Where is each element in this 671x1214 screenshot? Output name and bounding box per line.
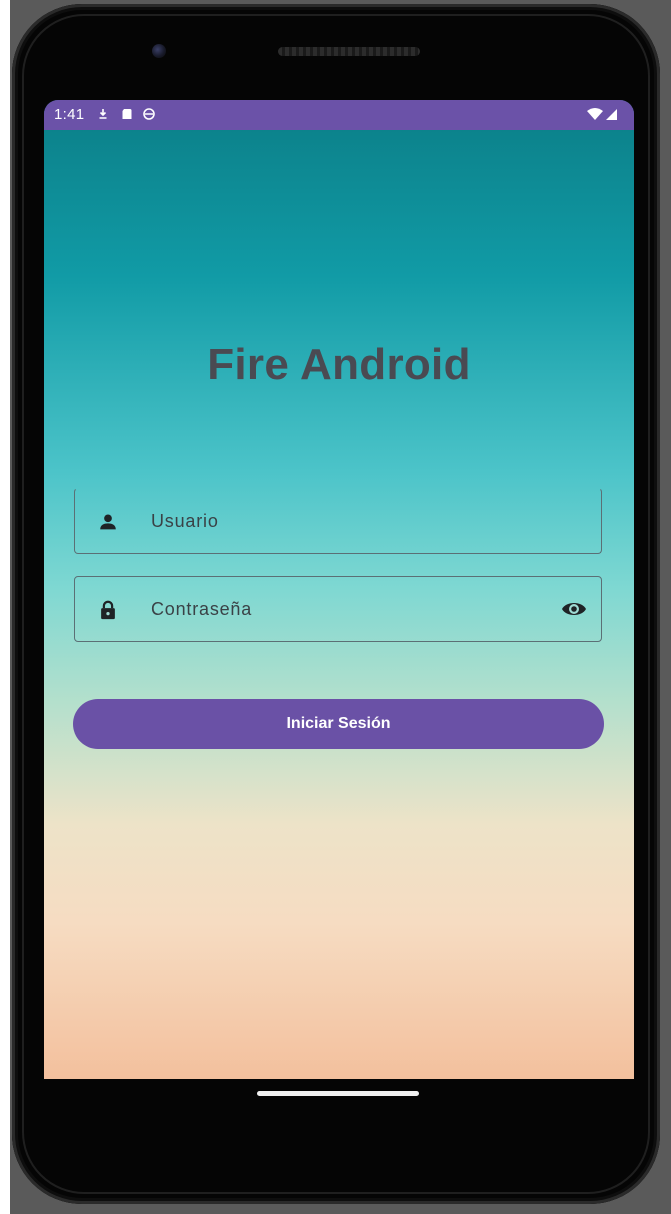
sd-card-icon [122, 109, 132, 119]
eye-icon[interactable] [561, 598, 587, 620]
app-title: Fire Android [207, 340, 471, 389]
lock-icon [101, 600, 115, 620]
app-screen: 1:41 Fire Android Usuario Iniciar Sesión [44, 100, 634, 1079]
password-input[interactable] [151, 577, 531, 641]
login-button[interactable]: Iniciar Sesión [73, 699, 604, 749]
signal-icon [606, 109, 617, 120]
device-frame: 1:41 Fire Android Usuario Iniciar Sesión [0, 0, 671, 1214]
home-indicator[interactable] [257, 1091, 419, 1096]
wifi-icon [587, 108, 603, 120]
earpiece-speaker [278, 47, 420, 56]
status-time: 1:41 [54, 106, 85, 123]
person-icon [100, 514, 116, 530]
front-camera [152, 44, 166, 58]
username-field[interactable] [74, 488, 602, 554]
download-icon [99, 109, 107, 119]
password-field[interactable] [74, 576, 602, 642]
username-input[interactable] [151, 489, 531, 553]
status-bar: 1:41 [44, 100, 634, 130]
sync-icon [143, 108, 155, 120]
